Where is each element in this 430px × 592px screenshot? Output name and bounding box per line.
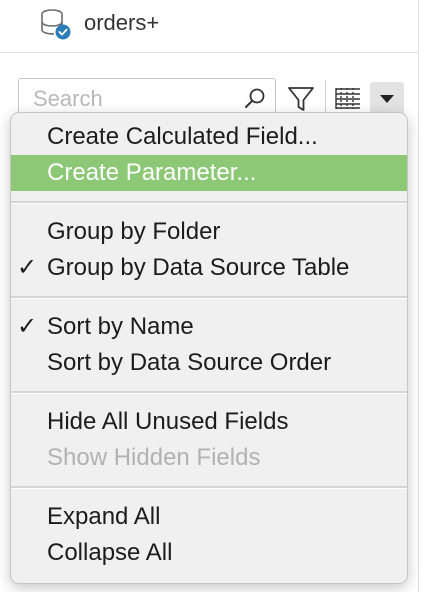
pane-divider <box>418 0 419 592</box>
menu-item-label: Show Hidden Fields <box>47 444 261 471</box>
menu-item-expand-all[interactable]: Expand All <box>11 499 407 535</box>
menu-separator <box>11 486 407 489</box>
menu-item-label: Group by Folder <box>47 218 221 245</box>
menu-item-label: Sort by Data Source Order <box>47 349 332 376</box>
menu-item-hide-all-unused-fields[interactable]: Hide All Unused Fields <box>11 404 407 440</box>
menu-item-label: Create Calculated Field... <box>47 123 318 150</box>
menu-item-create-parameter[interactable]: Create Parameter... <box>11 155 407 191</box>
menu-item-label: Create Parameter... <box>47 159 257 186</box>
search-input[interactable] <box>33 85 233 113</box>
field-options-menu: Create Calculated Field... Create Paramet… <box>10 112 408 584</box>
menu-separator <box>11 296 407 299</box>
filter-icon[interactable] <box>286 84 316 114</box>
datasource-name[interactable]: orders+ <box>84 10 159 36</box>
menu-item-create-calculated-field[interactable]: Create Calculated Field... <box>11 119 407 155</box>
field-options-dropdown-button[interactable] <box>370 82 404 116</box>
menu-item-show-hidden-fields: Show Hidden Fields <box>11 440 407 476</box>
database-check-icon <box>38 8 74 42</box>
menu-item-group-by-folder[interactable]: Group by Folder <box>11 214 407 250</box>
menu-item-label: Collapse All <box>47 539 173 566</box>
menu-separator <box>11 391 407 394</box>
list-view-icon[interactable] <box>334 86 362 110</box>
menu-item-collapse-all[interactable]: Collapse All <box>11 535 407 571</box>
menu-item-label: Group by Data Source Table <box>47 254 350 281</box>
toolbar-divider <box>325 80 326 116</box>
menu-item-label: Hide All Unused Fields <box>47 408 289 435</box>
chevron-down-icon <box>380 95 394 103</box>
checkmark-icon: ✓ <box>17 313 38 340</box>
checkmark-icon: ✓ <box>17 254 38 281</box>
menu-item-sort-by-data-source-order[interactable]: Sort by Data Source Order <box>11 345 407 381</box>
menu-item-group-by-data-source-table[interactable]: ✓ Group by Data Source Table <box>11 250 407 286</box>
menu-item-label: Expand All <box>47 503 161 530</box>
search-icon[interactable] <box>243 87 267 111</box>
menu-item-sort-by-name[interactable]: ✓ Sort by Name <box>11 309 407 345</box>
datasource-header[interactable]: orders+ <box>0 0 418 53</box>
menu-item-label: Sort by Name <box>47 313 194 340</box>
menu-separator <box>11 201 407 204</box>
